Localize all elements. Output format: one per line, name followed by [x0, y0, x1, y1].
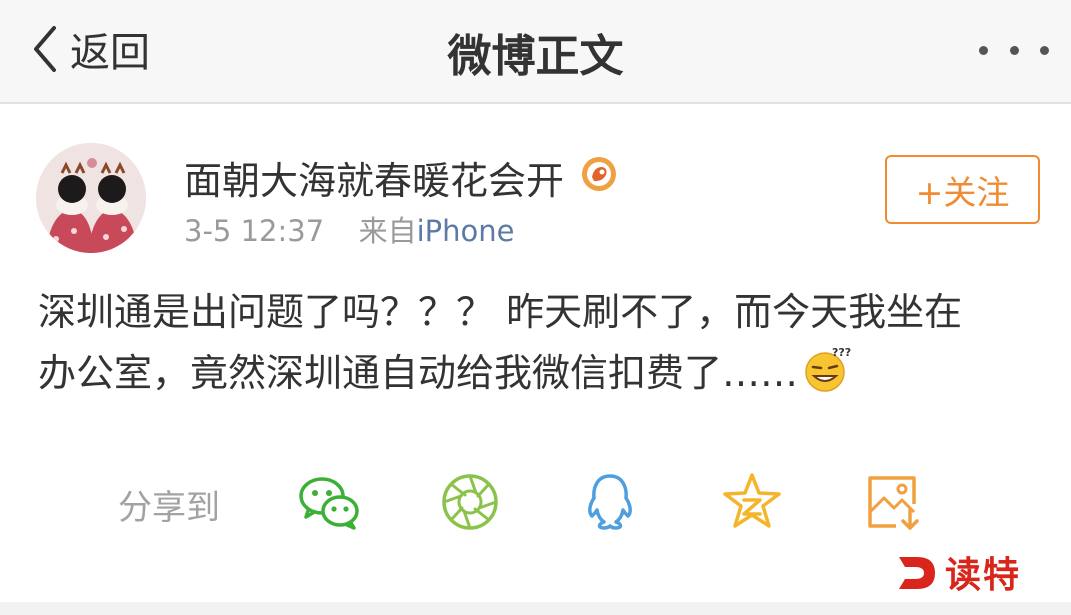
post-meta: 3-5 12:37 来自iPhone — [184, 208, 515, 250]
source-prefix: 来自 — [358, 214, 417, 248]
moments-icon[interactable] — [438, 470, 502, 534]
watermark-logo-icon — [893, 549, 939, 595]
wechat-icon[interactable] — [297, 470, 361, 534]
qzone-icon[interactable] — [720, 470, 784, 534]
save-image-icon[interactable] — [862, 470, 926, 534]
watermark-text: 读特 — [945, 555, 1022, 596]
share-label: 分享到 — [118, 488, 220, 528]
source-link[interactable]: iPhone — [417, 214, 515, 248]
bottom-divider — [0, 602, 1071, 615]
verified-badge-icon — [580, 155, 618, 193]
post-time: 3-5 12:37 — [184, 214, 325, 248]
post-text: 深圳通是出问题了吗？？？ 昨天刷不了，而今天我坐在 办公室，竟然深圳通自动给我微… — [38, 282, 1043, 404]
author-name[interactable]: 面朝大海就春暖花会开 — [184, 150, 564, 205]
confused-emoji-icon: ??? — [802, 344, 852, 394]
post-text-line: 深圳通是出问题了吗？？？ 昨天刷不了，而今天我坐在 — [38, 290, 963, 334]
watermark: 读特 — [893, 548, 1021, 596]
page-title: 微博正文 — [447, 31, 624, 82]
follow-button[interactable]: +关注 — [885, 155, 1040, 224]
avatar[interactable] — [36, 143, 146, 253]
post-text-line-content: 办公室，竟然深圳通自动给我微信扣费了…… — [38, 351, 799, 395]
qq-icon[interactable] — [578, 470, 642, 534]
more-dots-icon[interactable] — [979, 30, 1049, 70]
top-nav-bar: 返回 微博正文 — [0, 0, 1071, 104]
svg-text:???: ??? — [832, 346, 851, 359]
post-text-line: 办公室，竟然深圳通自动给我微信扣费了…… ??? — [38, 343, 1043, 404]
